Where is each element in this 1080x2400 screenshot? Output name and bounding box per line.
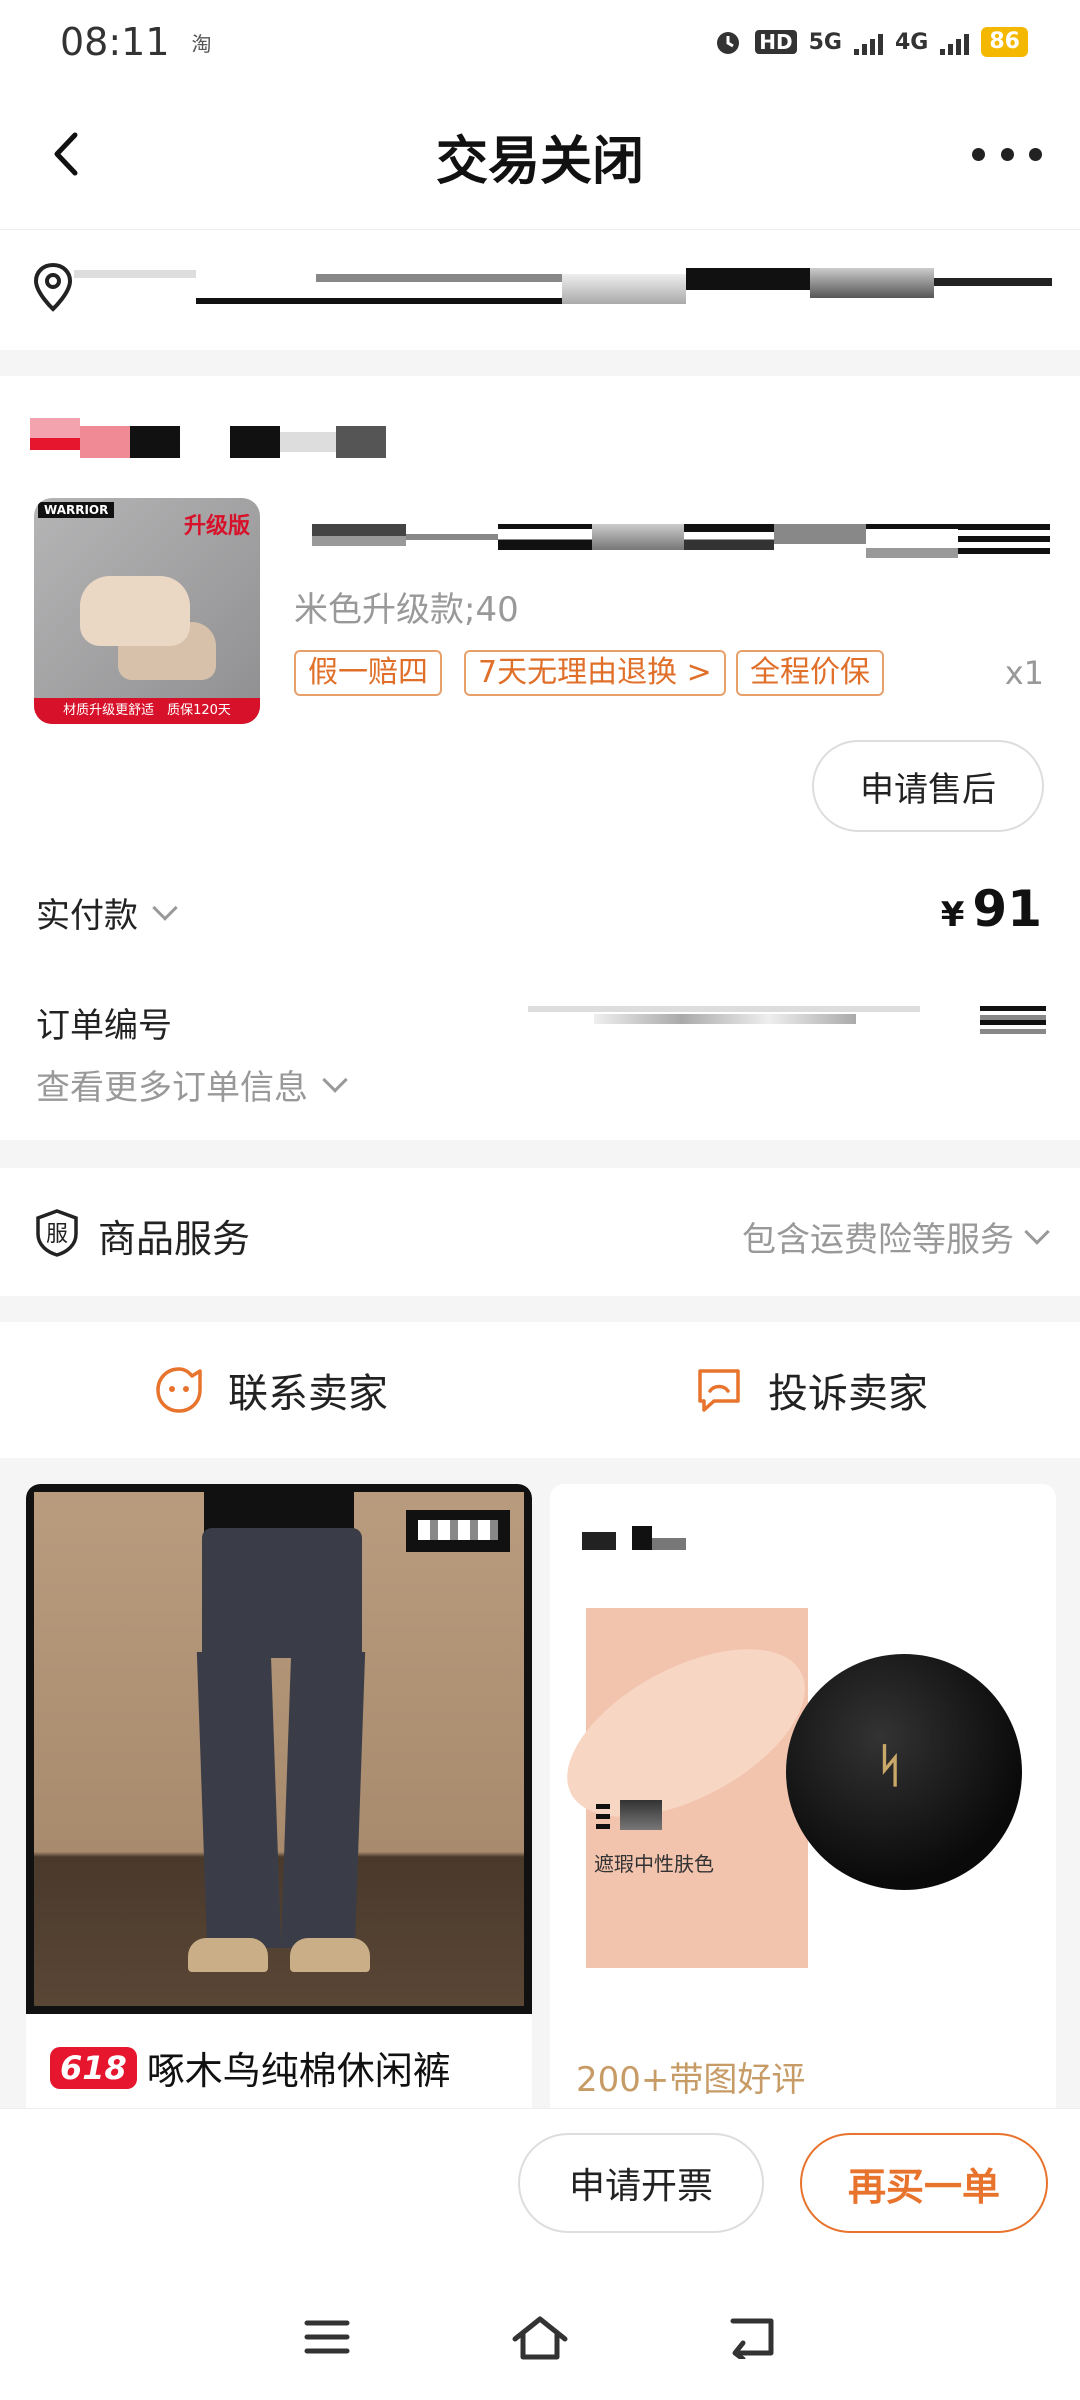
nav-menu-button[interactable] <box>292 2307 362 2367</box>
currency-symbol: ¥ <box>940 895 965 935</box>
contact-seller-label: 联系卖家 <box>228 1371 388 1417</box>
chevron-down-icon <box>322 1066 348 1093</box>
complaint-bubble-icon <box>698 1369 740 1412</box>
chevron-down-icon <box>1024 1218 1050 1245</box>
status-time: 08:11 <box>60 20 170 64</box>
actual-payment-label: 实付款 <box>36 896 138 936</box>
page-header: 交易关闭 <box>0 84 1080 230</box>
product-quantity: x1 <box>1004 654 1044 692</box>
pants-product-image <box>26 1484 532 2014</box>
buy-again-button[interactable]: 再买一单 <box>800 2133 1048 2233</box>
redacted-address <box>74 270 196 278</box>
pants-product-title: 啄木鸟纯棉休闲裤 <box>146 2049 451 2093</box>
product-upgrade-text: 升级版 <box>183 514 250 539</box>
page-title: 交易关闭 <box>435 132 644 192</box>
status-bar: 08:11 淘 HD 5G 4G 86 <box>0 0 1080 84</box>
service-tag-fake-compensation: 假一赔四 <box>294 650 442 696</box>
redacted-shop-name[interactable] <box>30 418 386 458</box>
complain-seller-label: 投诉卖家 <box>768 1371 928 1417</box>
foundation-swatch-image <box>550 1608 832 1968</box>
actual-payment-amount: ¥91 <box>941 880 1042 938</box>
chevron-down-icon <box>152 894 178 921</box>
signal-4g-label: 4G <box>895 29 929 55</box>
svg-text:服: 服 <box>46 1222 68 1247</box>
bottom-action-bar: 申请开票 再买一单 <box>0 2108 1080 2274</box>
product-spec: 米色升级款;40 <box>294 590 519 630</box>
product-service-title: 商品服务 <box>98 1217 251 1261</box>
actual-payment-toggle[interactable]: 实付款 <box>36 888 178 937</box>
recommend-card-pants[interactable]: 618 啄木鸟纯棉休闲裤 <box>26 1484 532 2124</box>
battery-indicator: 86 <box>981 27 1028 57</box>
service-desc-text: 包含运费险等服务 <box>742 1220 1014 1260</box>
redacted-address <box>934 278 1052 286</box>
order-number-label: 订单编号 <box>36 1006 172 1046</box>
cushion-compact-image: ᛋ <box>786 1654 1022 1890</box>
payment-value: 91 <box>972 880 1042 938</box>
signal-1-icon <box>854 29 883 55</box>
redacted-address <box>196 298 562 304</box>
service-shield-icon: 服 <box>36 1209 78 1257</box>
menu-icon <box>304 2320 350 2354</box>
shipping-address[interactable] <box>0 230 1080 350</box>
view-more-order-info[interactable]: 查看更多订单信息 <box>36 1060 348 1109</box>
product-brand-text: WARRIOR <box>38 502 115 518</box>
product-image[interactable]: WARRIOR 升级版 材质升级更舒适 质保120天 <box>34 498 260 724</box>
more-dot-icon <box>1029 147 1042 161</box>
pants-product-label: 618 啄木鸟纯棉休闲裤 <box>50 2040 451 2095</box>
hd-icon: HD <box>755 30 797 54</box>
service-tag-7day-return[interactable]: 7天无理由退换 > <box>464 650 726 696</box>
back-button[interactable] <box>36 124 96 184</box>
more-dot-icon <box>972 147 985 161</box>
product-service-desc: 包含运费险等服务 <box>742 1212 1050 1261</box>
apply-invoice-button[interactable]: 申请开票 <box>518 2133 764 2233</box>
location-pin-icon <box>33 262 73 312</box>
redacted-address <box>810 268 934 298</box>
nav-back-button[interactable] <box>718 2307 788 2367</box>
service-tag-price-protection: 全程价保 <box>736 650 884 696</box>
promo-618-badge: 618 <box>50 2046 137 2089</box>
sandal-image <box>80 576 190 646</box>
home-icon <box>512 2316 568 2360</box>
complain-seller-button[interactable]: 投诉卖家 <box>540 1322 1080 1458</box>
signal-2-icon <box>940 29 970 55</box>
recommend-card-cushion[interactable]: ᛋ 遮瑕中性肤色 200+带图好评 <box>550 1484 1056 2124</box>
more-info-label: 查看更多订单信息 <box>36 1068 308 1108</box>
order-card: WARRIOR 升级版 材质升级更舒适 质保120天 米色升级款;40 假一赔四… <box>0 376 1080 1140</box>
review-count-label: 200+带图好评 <box>576 2060 806 2100</box>
redacted-address <box>316 274 562 282</box>
apply-after-sale-button[interactable]: 申请售后 <box>812 740 1044 832</box>
back-arrow-icon <box>730 2318 774 2359</box>
product-service-row[interactable]: 服 商品服务 包含运费险等服务 <box>0 1168 1080 1296</box>
product-image-banner: 材质升级更舒适 质保120天 <box>34 698 260 724</box>
nav-home-button[interactable] <box>505 2307 575 2367</box>
redacted-address <box>686 268 810 290</box>
signal-5g-label: 5G <box>808 29 842 55</box>
alarm-icon <box>717 32 740 54</box>
more-dot-icon <box>1000 147 1014 161</box>
redacted-address <box>562 274 686 304</box>
system-nav-bar <box>0 2274 1080 2400</box>
chat-face-icon <box>156 1367 202 1413</box>
status-icons: HD 5G 4G 86 <box>713 27 1028 57</box>
cushion-caption: 遮瑕中性肤色 <box>594 1852 714 1876</box>
more-options-button[interactable] <box>972 134 1042 174</box>
contact-seller-button[interactable]: 联系卖家 <box>0 1322 540 1458</box>
chevron-left-icon <box>54 132 78 176</box>
seller-actions: 联系卖家 投诉卖家 <box>0 1322 1080 1458</box>
taobao-notification-icon: 淘 <box>191 31 212 56</box>
